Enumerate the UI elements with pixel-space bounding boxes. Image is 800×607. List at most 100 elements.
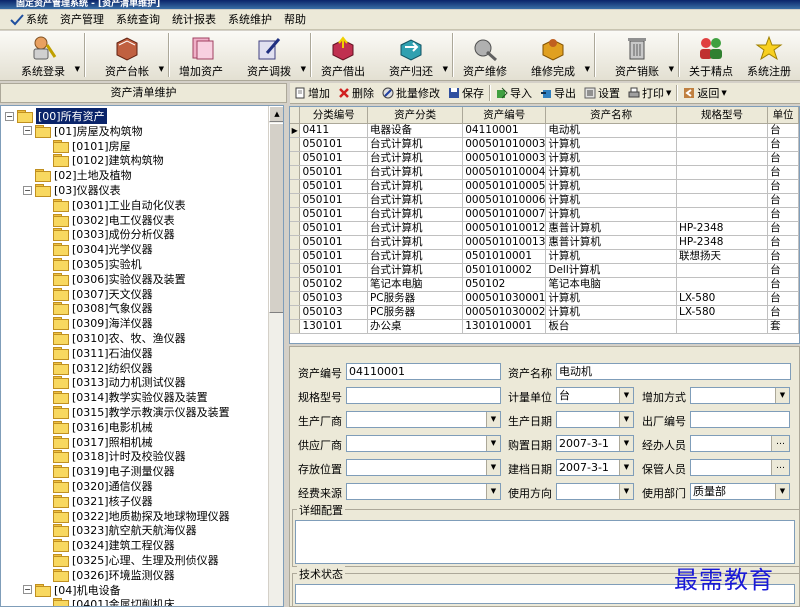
unit-select[interactable]: 台 ▼	[556, 387, 634, 404]
tree-node[interactable]: [02]土地及植物	[23, 168, 132, 183]
buy-date-field[interactable]: 2007-3-1 ▼	[556, 435, 634, 452]
dept-select[interactable]: 质量部 ▼	[690, 483, 790, 500]
dropdown-arrow-icon[interactable]: ▼	[486, 484, 500, 499]
table-cell[interactable]: 计算机	[545, 193, 677, 208]
table-cell[interactable]: 计算机	[545, 179, 677, 194]
print-button[interactable]: 打印 ▼	[624, 84, 675, 103]
table-cell[interactable]: LX-580	[676, 305, 769, 320]
table-cell[interactable]: 板台	[545, 319, 677, 334]
browse-ellipsis-icon[interactable]: …	[771, 460, 789, 475]
browse-ellipsis-icon[interactable]: …	[771, 436, 789, 451]
tree-node[interactable]: [0303]成份分析仪器	[41, 227, 175, 242]
settings-button[interactable]: 设置	[580, 84, 624, 103]
login-button[interactable]: 系统登录 ▼	[4, 31, 82, 79]
table-cell[interactable]: 笔记本电脑	[367, 277, 464, 292]
table-cell[interactable]: 计算机	[545, 249, 677, 264]
table-cell[interactable]: 04110001	[462, 123, 547, 138]
table-cell[interactable]: 台式计算机	[367, 263, 464, 278]
table-cell[interactable]: 000501030001	[462, 291, 547, 306]
dropdown-arrow-icon[interactable]: ▼	[486, 460, 500, 475]
tree-node[interactable]: [0315]教学示教演示仪器及装置	[41, 405, 230, 419]
dropdown-arrow-icon[interactable]: ▼	[775, 484, 789, 499]
save-button[interactable]: 保存	[444, 84, 488, 103]
table-cell[interactable]	[676, 137, 769, 152]
dropdown-arrow-icon[interactable]: ▼	[619, 460, 633, 475]
collapse-icon[interactable]: −	[23, 585, 32, 595]
about-button[interactable]: 关于精点	[682, 31, 740, 79]
table-cell[interactable]: 000501010005	[462, 179, 547, 194]
asset-return-button[interactable]: 资产归还 ▼	[372, 31, 450, 79]
table-cell[interactable]: 050103	[299, 305, 368, 320]
table-cell[interactable]: 笔记本电脑	[545, 277, 677, 292]
table-cell[interactable]: 台式计算机	[367, 151, 464, 166]
table-cell[interactable]: 050101	[299, 263, 368, 278]
tree-node[interactable]: [0102]建筑构筑物	[41, 153, 164, 168]
table-cell[interactable]	[676, 277, 769, 292]
card-date-field[interactable]: 2007-3-1 ▼	[556, 459, 634, 476]
tree-node[interactable]: [0312]纺织仪器	[41, 361, 153, 375]
fund-select[interactable]: ▼	[346, 483, 501, 500]
column-header[interactable]: 分类编号	[299, 107, 368, 124]
tree-node[interactable]: − [00]所有资产	[5, 108, 107, 124]
tree-node[interactable]: [0101]房屋	[41, 139, 131, 153]
asset-name-field[interactable]: 电动机	[556, 363, 791, 380]
table-cell[interactable]: 计算机	[545, 305, 677, 320]
table-row[interactable]: 050101 台式计算机 000501010003 计算机 台	[290, 151, 799, 166]
table-cell[interactable]: 050101	[299, 193, 368, 208]
table-cell[interactable]: 000501010004	[462, 165, 547, 180]
asset-transfer-button[interactable]: 资产调拨 ▼	[230, 31, 308, 79]
register-button[interactable]: 系统注册	[740, 31, 798, 79]
table-row[interactable]: 050101 台式计算机 000501010013 惠普计算机 HP-2348 台	[290, 235, 799, 250]
table-cell[interactable]: 电动机	[545, 123, 677, 138]
table-cell[interactable]: 050103	[299, 291, 368, 306]
table-row[interactable]: 050101 台式计算机 000501010012 惠普计算机 HP-2348 台	[290, 221, 799, 236]
menu-asset-management[interactable]: 资产管理	[54, 10, 110, 30]
asset-code-field[interactable]: 04110001	[346, 363, 501, 380]
tree-scrollbar[interactable]: ▲	[268, 106, 283, 606]
table-cell[interactable]: 台	[767, 193, 799, 208]
tree-node[interactable]: [0321]核子仪器	[41, 494, 153, 508]
tree-node[interactable]: [0308]气象仪器	[41, 301, 153, 316]
table-cell[interactable]: 台	[767, 179, 799, 194]
tree-node[interactable]: [0301]工业自动化仪表	[41, 198, 186, 212]
table-row[interactable]: 050101 台式计算机 0501010002 Dell计算机 台	[290, 263, 799, 278]
tree-node[interactable]: [0324]建筑工程仪器	[41, 538, 175, 553]
table-cell[interactable]: 台	[767, 263, 799, 278]
table-cell[interactable]: 050101	[299, 235, 368, 250]
tree-node[interactable]: [0306]实验仪器及装置	[41, 272, 186, 286]
tree-node[interactable]: [0307]天文仪器	[41, 287, 153, 301]
table-cell[interactable]: 050101	[299, 207, 368, 222]
detail-config-textarea[interactable]	[295, 520, 795, 564]
add-method-select[interactable]: ▼	[690, 387, 790, 404]
table-cell[interactable]: LX-580	[676, 291, 769, 306]
table-cell[interactable]: 台式计算机	[367, 221, 464, 236]
dropdown-arrow-icon[interactable]: ▼	[619, 436, 633, 451]
asset-ledger-button[interactable]: 资产台帐 ▼	[88, 31, 166, 79]
menu-system[interactable]: 系统	[4, 10, 54, 30]
table-cell[interactable]: 计算机	[545, 165, 677, 180]
table-cell[interactable]: 台式计算机	[367, 235, 464, 250]
collapse-icon[interactable]: −	[5, 111, 14, 121]
table-row[interactable]: 050101 台式计算机 000501010004 计算机 台	[290, 165, 799, 180]
asset-lend-button[interactable]: 资产借出	[314, 31, 372, 79]
table-cell[interactable]: 台	[767, 207, 799, 222]
maker-select[interactable]: ▼	[346, 411, 501, 428]
tree-node[interactable]: [0320]通信仪器	[41, 479, 153, 493]
table-cell[interactable]: 台式计算机	[367, 137, 464, 152]
column-header[interactable]: 资产名称	[545, 107, 677, 124]
table-cell[interactable]: 台式计算机	[367, 249, 464, 264]
column-header[interactable]: 资产编号	[462, 107, 547, 124]
back-button[interactable]: 返回 ▼	[679, 84, 730, 103]
table-cell[interactable]	[676, 319, 769, 334]
export-button[interactable]: 导出	[536, 84, 580, 103]
dropdown-arrow-icon[interactable]: ▼	[775, 388, 789, 403]
table-cell[interactable]	[676, 165, 769, 180]
table-cell[interactable]: 0411	[299, 123, 368, 138]
table-cell[interactable]: HP-2348	[676, 235, 769, 250]
table-cell[interactable]: Dell计算机	[545, 263, 677, 278]
tree-node[interactable]: [0309]海洋仪器	[41, 316, 153, 331]
table-cell[interactable]: 台	[767, 123, 799, 138]
tree-node[interactable]: [0305]实验机	[41, 257, 142, 271]
table-cell[interactable]	[676, 151, 769, 166]
menu-system-query[interactable]: 系统查询	[110, 10, 166, 30]
